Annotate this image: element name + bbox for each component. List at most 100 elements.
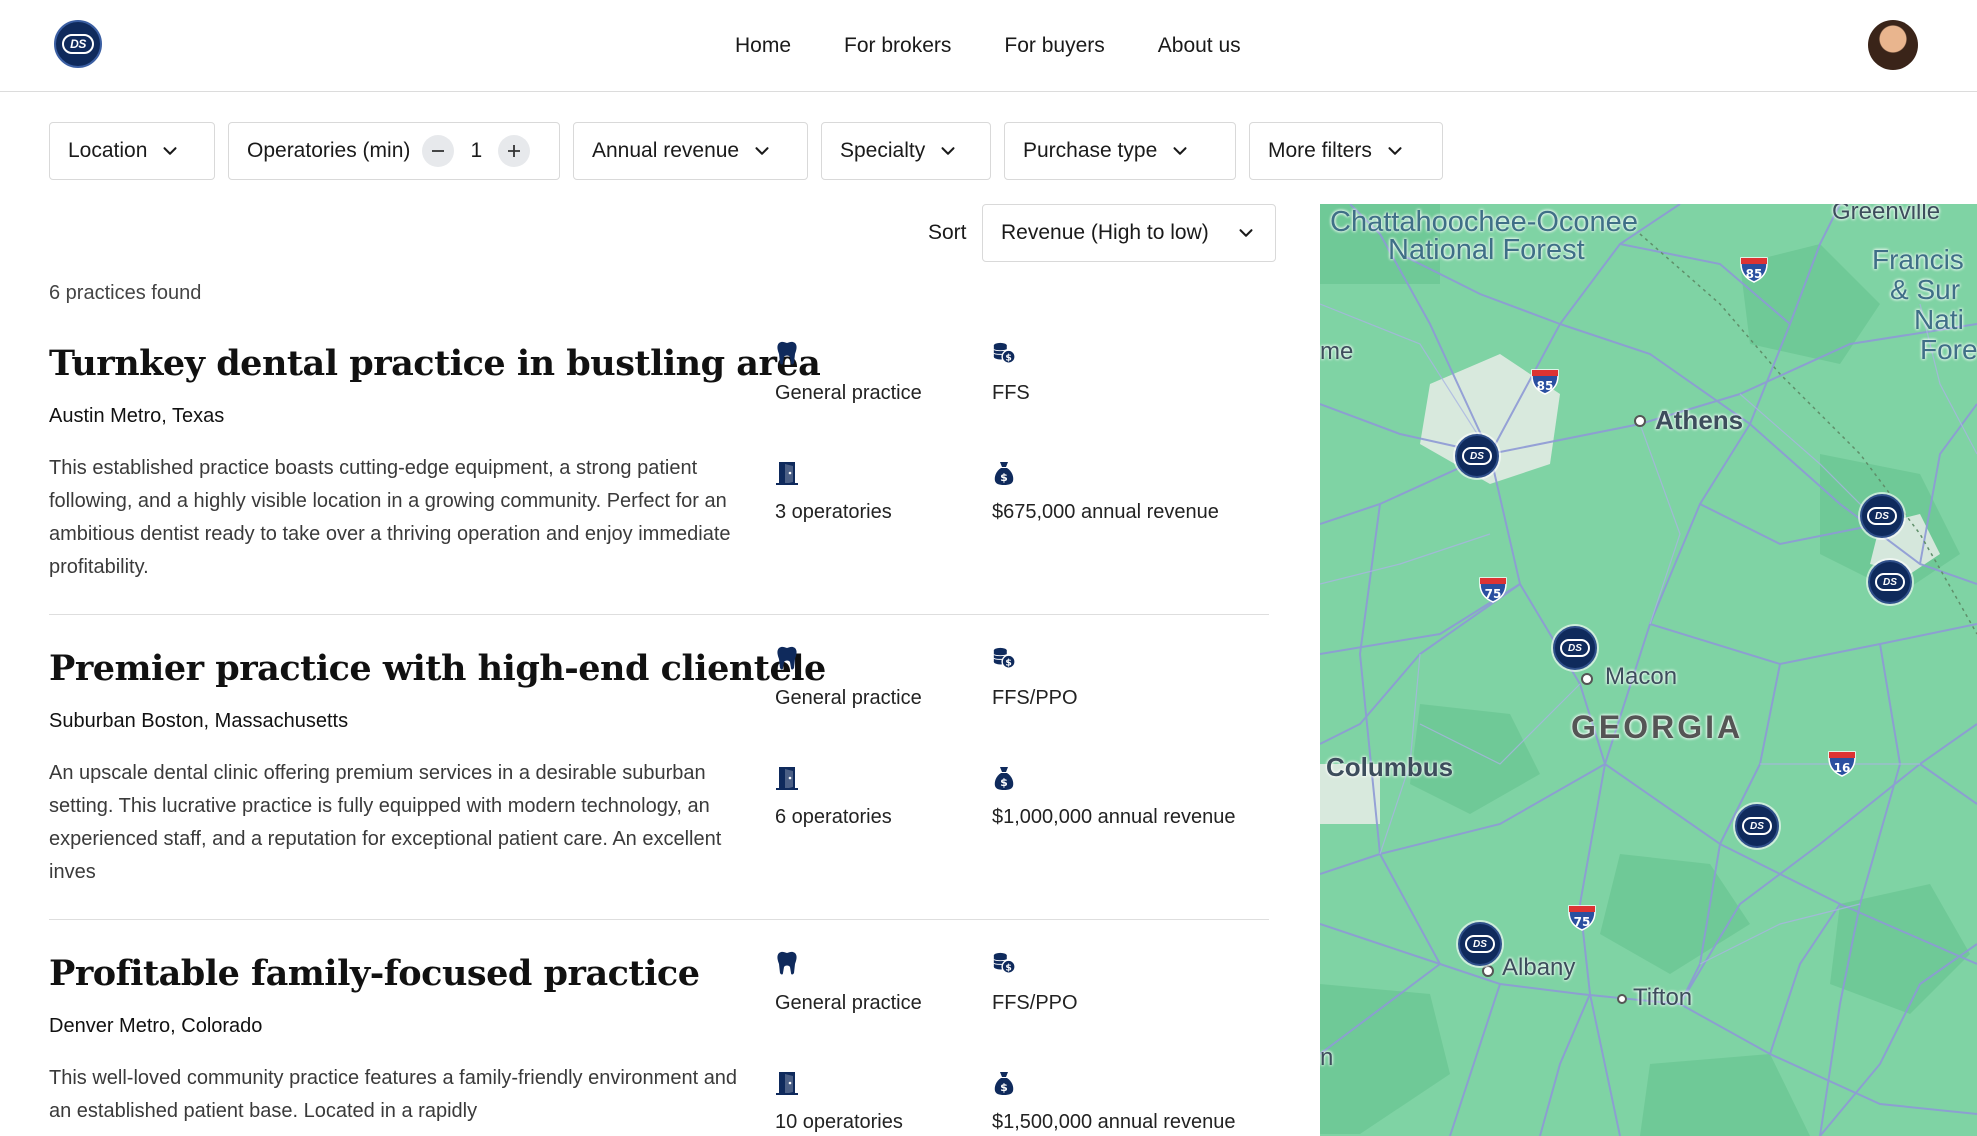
more-filters-label: More filters xyxy=(1268,139,1372,162)
listing-title[interactable]: Turnkey dental practice in bustling area xyxy=(49,343,821,384)
nav-about-us[interactable]: About us xyxy=(1158,34,1241,58)
nav-for-buyers[interactable]: For buyers xyxy=(1004,34,1104,58)
map-label-francis-1: Francis xyxy=(1872,244,1964,275)
map-label-francis-3: Nati xyxy=(1914,304,1964,335)
svg-text:$: $ xyxy=(1005,657,1011,668)
sort-value: Revenue (High to low) xyxy=(1001,221,1209,244)
interstate-16-shield-icon: 16 xyxy=(1828,751,1856,777)
door-icon xyxy=(776,462,798,485)
pin-text: DS xyxy=(1462,447,1492,465)
minus-icon xyxy=(432,150,445,152)
sort-select[interactable]: Revenue (High to low) xyxy=(982,204,1276,262)
listing-specialty: General practice xyxy=(775,382,922,404)
listing-location: Denver Metro, Colorado xyxy=(49,1015,263,1037)
money-bag-icon: $ xyxy=(994,462,1014,485)
tifton-dot xyxy=(1617,994,1627,1004)
top-navbar: DS Home For brokers For buyers About us xyxy=(0,0,1977,92)
svg-text:$: $ xyxy=(1000,471,1008,484)
map-pin[interactable]: DS xyxy=(1458,922,1502,966)
user-avatar[interactable] xyxy=(1868,20,1918,70)
map-label-n: n xyxy=(1320,1044,1334,1071)
map-label-forest-line2: National Forest xyxy=(1388,234,1585,266)
decrement-button[interactable] xyxy=(422,135,455,167)
interstate-75-shield-icon: 75 xyxy=(1568,905,1596,931)
money-bag-icon: $ xyxy=(994,1072,1014,1095)
chevron-down-icon xyxy=(1173,147,1187,155)
tooth-icon xyxy=(777,646,797,670)
chevron-down-icon xyxy=(1388,147,1402,155)
listing-payment: FFS/PPO xyxy=(992,687,1078,709)
chevron-down-icon xyxy=(941,147,955,155)
map-label-tifton: Tifton xyxy=(1633,984,1693,1011)
main-nav: Home For brokers For buyers About us xyxy=(735,0,1241,92)
purchase-type-filter-label: Purchase type xyxy=(1023,139,1158,162)
listing-title[interactable]: Premier practice with high-end clientele xyxy=(49,648,826,689)
map-label-me: me xyxy=(1320,338,1354,365)
interstate-16-number: 16 xyxy=(1834,761,1851,775)
interstate-85-number-a: 85 xyxy=(1746,267,1763,281)
map-label-georgia: GEORGIA xyxy=(1571,709,1744,745)
map-label-athens: Athens xyxy=(1655,405,1744,435)
pin-text: DS xyxy=(1560,639,1590,657)
map-label-greenville: Greenville xyxy=(1832,204,1941,225)
specialty-filter[interactable]: Specialty xyxy=(821,122,991,180)
logo[interactable]: DS xyxy=(54,20,102,68)
location-filter[interactable]: Location xyxy=(49,122,215,180)
listing-specialty: General practice xyxy=(775,992,922,1014)
svg-text:$: $ xyxy=(1000,776,1008,789)
listing-operatories: 6 operatories xyxy=(775,806,892,828)
interstate-75-number-b: 75 xyxy=(1574,915,1591,929)
nav-home[interactable]: Home xyxy=(735,34,791,58)
nav-for-brokers[interactable]: For brokers xyxy=(844,34,951,58)
more-filters-button[interactable]: More filters xyxy=(1249,122,1443,180)
filter-bar: Location Operatories (min) 1 Annual reve… xyxy=(49,122,1443,180)
coins-icon: $ xyxy=(993,647,1016,669)
map[interactable]: Chattahoochee-Oconee National Forest Gre… xyxy=(1320,204,1977,1136)
listing-card[interactable]: Profitable family-focused practice Denve… xyxy=(49,940,1269,1136)
coins-icon: $ xyxy=(993,342,1016,364)
listing-revenue: $675,000 annual revenue xyxy=(992,501,1219,523)
listing-operatories: 3 operatories xyxy=(775,501,892,523)
listing-location: Suburban Boston, Massachusetts xyxy=(49,710,349,732)
operatories-filter-label: Operatories (min) xyxy=(247,139,411,162)
map-pin[interactable]: DS xyxy=(1868,560,1912,604)
map-label-albany: Albany xyxy=(1502,954,1576,981)
albany-dot xyxy=(1482,965,1494,977)
map-pin[interactable]: DS xyxy=(1553,626,1597,670)
map-pin[interactable]: DS xyxy=(1455,434,1499,478)
chevron-down-icon xyxy=(1239,229,1253,237)
specialty-filter-label: Specialty xyxy=(840,139,926,162)
listing-card[interactable]: Turnkey dental practice in bustling area… xyxy=(49,330,1269,615)
map-pin[interactable]: DS xyxy=(1735,804,1779,848)
interstate-85-shield-icon: 85 xyxy=(1531,369,1559,395)
listing-revenue: $1,500,000 annual revenue xyxy=(992,1111,1236,1133)
listing-description: This well-loved community practice featu… xyxy=(49,1067,738,1122)
listing-location: Austin Metro, Texas xyxy=(49,405,225,427)
purchase-type-filter[interactable]: Purchase type xyxy=(1004,122,1236,180)
annual-revenue-filter-label: Annual revenue xyxy=(592,139,740,162)
listing-operatories: 10 operatories xyxy=(775,1111,903,1133)
coins-icon: $ xyxy=(993,952,1016,974)
pin-text: DS xyxy=(1742,817,1772,835)
listing-revenue: $1,000,000 annual revenue xyxy=(992,806,1236,828)
listing-title[interactable]: Profitable family-focused practice xyxy=(49,953,700,994)
results-count: 6 practices found xyxy=(49,282,202,304)
map-label-columbus: Columbus xyxy=(1326,752,1454,782)
increment-button[interactable] xyxy=(498,135,531,167)
operatories-value: 1 xyxy=(470,139,483,162)
pin-text: DS xyxy=(1867,507,1897,525)
chevron-down-icon xyxy=(755,147,769,155)
door-icon xyxy=(776,1072,798,1095)
listing-card[interactable]: Premier practice with high-end clientele… xyxy=(49,635,1269,920)
athens-dot xyxy=(1634,415,1646,427)
listing-specialty: General practice xyxy=(775,687,922,709)
annual-revenue-filter[interactable]: Annual revenue xyxy=(573,122,808,180)
interstate-85-number-b: 85 xyxy=(1537,379,1554,393)
chevron-down-icon xyxy=(163,147,177,155)
listing-payment: FFS/PPO xyxy=(992,992,1078,1014)
interstate-75-shield-icon: 75 xyxy=(1479,577,1507,603)
pin-text: DS xyxy=(1465,935,1495,953)
map-pin[interactable]: DS xyxy=(1860,494,1904,538)
plus-icon xyxy=(508,145,521,157)
map-label-macon: Macon xyxy=(1605,663,1678,690)
